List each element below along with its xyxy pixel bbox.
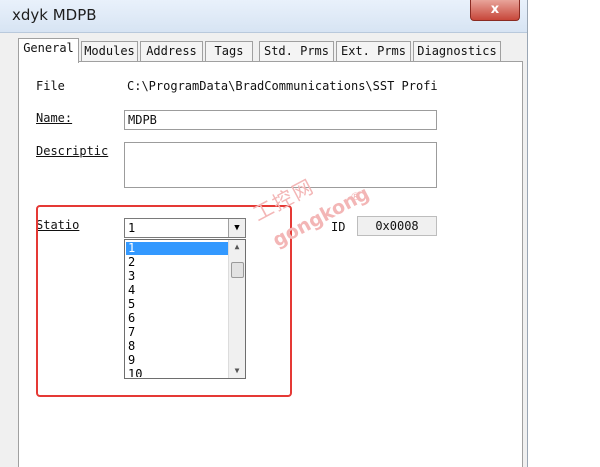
watermark-registered-icon: ® (350, 190, 361, 203)
title-bar: xdyk MDPB x (0, 0, 527, 33)
file-label: File (36, 79, 65, 93)
window-title: xdyk MDPB (12, 6, 97, 24)
tab-std-prms[interactable]: Std. Prms (259, 41, 334, 61)
name-input[interactable]: MDPB (124, 110, 437, 130)
tab-strip: General Modules Address Tags Std. Prms E… (18, 38, 518, 63)
id-value-field: 0x0008 (357, 216, 437, 236)
tab-address[interactable]: Address (140, 41, 203, 61)
tab-modules[interactable]: Modules (81, 41, 138, 61)
file-path-field: C:\ProgramData\BradCommunications\SST Pr… (127, 79, 437, 93)
description-input[interactable] (124, 142, 437, 188)
tab-ext-prms[interactable]: Ext. Prms (336, 41, 411, 61)
name-label: Name: (36, 111, 73, 125)
tab-general[interactable]: General (18, 38, 79, 63)
dialog-window: xdyk MDPB x General Modules Address Tags… (0, 0, 528, 467)
tab-diagnostics[interactable]: Diagnostics (413, 41, 501, 61)
description-label: Descriptic (36, 144, 109, 158)
annotation-highlight-box (36, 205, 292, 397)
tab-tags[interactable]: Tags (205, 41, 253, 61)
close-button[interactable]: x (470, 0, 520, 21)
